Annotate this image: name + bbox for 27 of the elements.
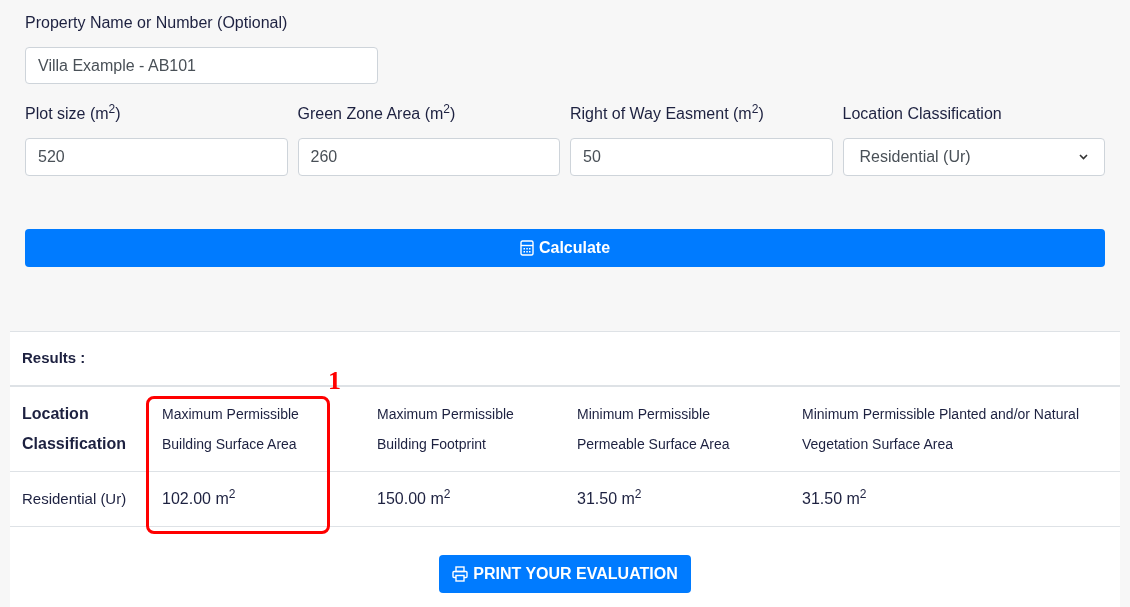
calculate-button[interactable]: Calculate bbox=[25, 229, 1105, 267]
table-cell: 150.00 m$^{2}$ bbox=[377, 490, 451, 507]
annotation-number: 1 bbox=[328, 366, 341, 396]
column-header: Minimum Permissible Permeable Surface Area bbox=[577, 405, 731, 454]
field-label: Location Classification bbox=[842, 104, 1003, 124]
table-cell: 31.50 m$^{2}$ bbox=[802, 490, 867, 507]
property-name-field[interactable]: Villa Example - AB101 bbox=[25, 47, 378, 84]
column-header: Minimum Permissible Planted and/or Natural Vegetation Surface Area bbox=[802, 405, 1080, 454]
table-cell: 31.50 m$^{2}$ bbox=[577, 490, 642, 507]
input-field[interactable]: 520 bbox=[25, 138, 288, 176]
location-select[interactable]: Residential (Ur) bbox=[842, 138, 1105, 176]
field-label: Green Zone Area (m$^{2}$) bbox=[297, 103, 457, 124]
column-header: Maximum Permissible Building Surface Area bbox=[162, 405, 300, 454]
table-cell: Residential (Ur) bbox=[22, 490, 127, 507]
input-field[interactable]: 260 bbox=[297, 138, 560, 176]
field-label: Right of Way Easment (m$^{2}$) bbox=[570, 103, 765, 124]
column-header: Location Classification bbox=[22, 404, 128, 454]
chevron-down-icon bbox=[1079, 154, 1088, 160]
field-label: Plot size (m$^{2}$) bbox=[25, 103, 122, 124]
print-button[interactable]: PRINT YOUR EVALUATION bbox=[439, 555, 691, 593]
printer-icon bbox=[452, 566, 469, 582]
results-title: Results : bbox=[22, 348, 86, 369]
calculator-icon bbox=[519, 240, 534, 256]
table-cell: 102.00 m$^{2}$ bbox=[162, 490, 236, 507]
input-field[interactable]: 50 bbox=[570, 138, 833, 176]
column-header: Maximum Permissible Building Footprint bbox=[377, 405, 515, 454]
field-label: Property Name or Number (Optional) bbox=[25, 13, 289, 33]
